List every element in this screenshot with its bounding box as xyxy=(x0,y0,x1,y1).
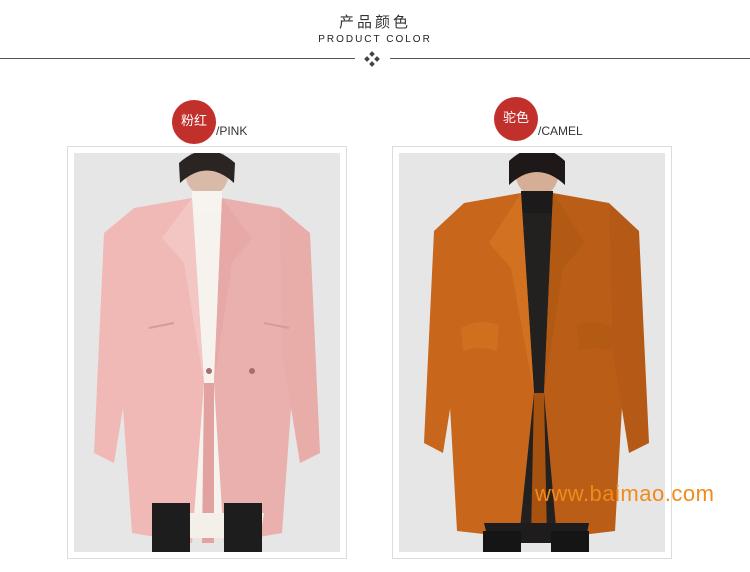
section-title: 产品颜色 xyxy=(338,13,411,31)
color-badge: 驼色 xyxy=(494,97,538,141)
site-watermark: www.baimao.com xyxy=(535,481,715,506)
product-photo-pink xyxy=(74,153,340,552)
color-badge: 粉红 xyxy=(172,100,216,144)
diamond-ornament-icon xyxy=(364,51,380,67)
divider-right xyxy=(390,58,750,59)
divider-left xyxy=(0,58,355,59)
section-header: 产品颜色 PRODUCT COLOR xyxy=(0,0,750,70)
product-card-pink[interactable] xyxy=(67,146,347,559)
section-subtitle: PRODUCT COLOR xyxy=(318,34,432,45)
color-name-en: /CAMEL xyxy=(538,124,583,138)
pink-coat-image xyxy=(74,153,340,552)
color-name-en: /PINK xyxy=(216,124,248,138)
